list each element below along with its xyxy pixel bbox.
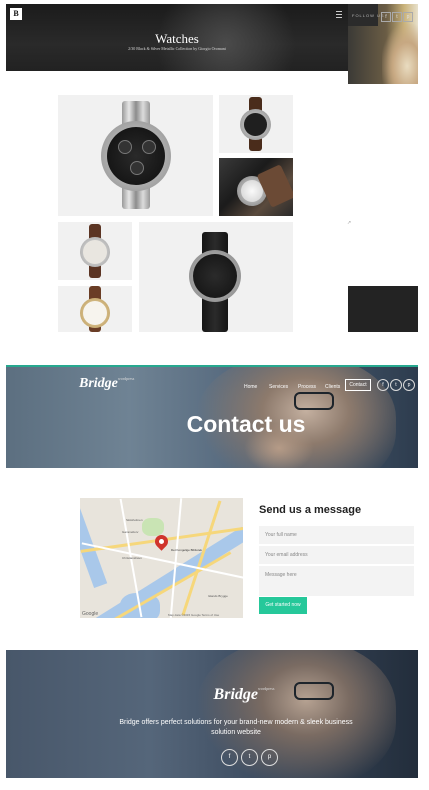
pinterest-icon[interactable]: p (261, 749, 278, 766)
twitter-icon[interactable]: t (390, 379, 402, 391)
map-attribution: Map data ©2015 Google Terms of Use (168, 613, 220, 617)
page-title: Watches (155, 31, 199, 46)
watch-tile-leather-brown[interactable] (219, 95, 293, 153)
map-street-label: Gammeltorv (122, 530, 139, 534)
map-place-label: Det Kongelige Bibliotek (171, 548, 203, 552)
map-street-label: Slotsholmen (126, 518, 143, 522)
follow-label: FOLLOW US (352, 13, 385, 18)
brand-logo[interactable]: B (10, 8, 22, 20)
facebook-icon[interactable]: f (221, 749, 238, 766)
submit-button[interactable]: Get started now (259, 597, 307, 614)
facebook-icon[interactable]: f (381, 12, 391, 22)
nav-services[interactable]: Services (269, 384, 288, 390)
watches-page: B Watches 2/30 Black & Silver Metallic C… (6, 4, 418, 332)
nav-process[interactable]: Process (298, 384, 316, 390)
facebook-icon[interactable]: f (377, 379, 389, 391)
name-field[interactable]: Your full name (259, 526, 414, 544)
watches-header: B Watches 2/30 Black & Silver Metallic C… (6, 4, 348, 71)
watch-tile-brown[interactable] (58, 222, 132, 280)
pinterest-icon[interactable]: p (403, 12, 413, 22)
watch-tile-lifestyle[interactable] (219, 158, 293, 216)
footer-text: Bridge offers perfect solutions for your… (119, 719, 353, 736)
twitter-icon[interactable]: t (392, 12, 402, 22)
form-title: Send us a message (259, 504, 362, 516)
map-street-label: Islands Brygge (208, 594, 228, 598)
contact-hero: Bridgewordpress Home Services Process Cl… (6, 365, 418, 468)
arrow-icon[interactable]: ↗ (347, 220, 351, 226)
watch-tile-black[interactable] (139, 222, 293, 332)
menu-icon[interactable] (336, 11, 342, 18)
location-map[interactable]: Slotsholmen Gammeltorv Christianshavn Is… (80, 498, 243, 618)
map-street-label: Christianshavn (122, 556, 142, 560)
nav-contact[interactable]: Contact (345, 379, 371, 391)
google-logo: Google (82, 611, 99, 617)
message-field[interactable]: Message here (259, 566, 414, 596)
footer: Bridgewordpress Bridge offers perfect so… (6, 650, 418, 778)
page-subtitle: 2/30 Black & Silver Metallic Collection … (128, 46, 226, 51)
contact-title: Contact us (186, 411, 306, 437)
site-logo[interactable]: Bridgewordpress (79, 376, 134, 392)
twitter-icon[interactable]: t (241, 749, 258, 766)
pinterest-icon[interactable]: p (403, 379, 415, 391)
email-field[interactable]: Your email address (259, 546, 414, 564)
watch-tile-boss[interactable] (58, 95, 213, 216)
nav-home[interactable]: Home (244, 384, 257, 390)
nav-clients[interactable]: Clients (325, 384, 340, 390)
side-dark-image (348, 286, 418, 332)
footer-logo[interactable]: Bridgewordpress (6, 686, 418, 704)
side-panel-image: FOLLOW US f t p (348, 4, 418, 84)
hero-top-line (6, 365, 418, 367)
watch-tile-gold[interactable] (58, 286, 132, 332)
